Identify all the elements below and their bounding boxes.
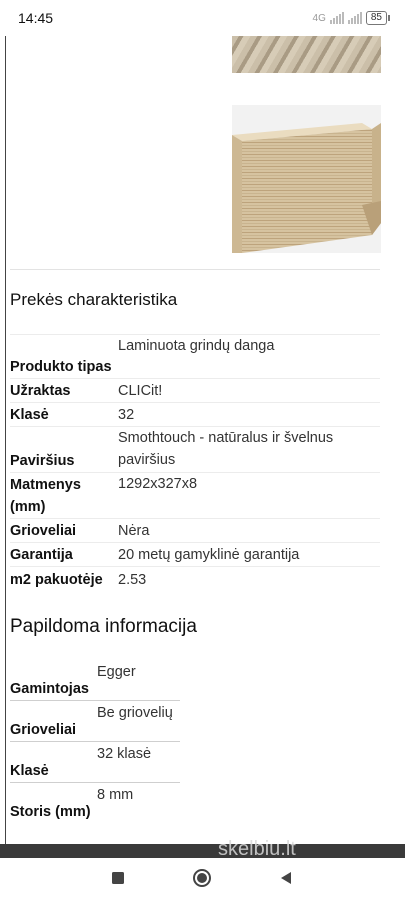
status-time: 14:45 <box>18 10 54 26</box>
table-row: Matmenys (mm) 1292x327x8 <box>10 472 380 519</box>
signal-icon <box>329 12 344 24</box>
table-row: Garantija 20 metų gamyklinė garantija <box>10 542 380 567</box>
table-row: Grioveliai Be griovelių <box>10 700 180 742</box>
section-divider <box>10 269 380 270</box>
table-row: Paviršius Smothtouch - natūralus ir švel… <box>10 426 380 473</box>
info-cell: Grioveliai Be griovelių <box>10 700 180 742</box>
page-border <box>5 36 6 844</box>
home-button[interactable] <box>192 868 212 888</box>
info-cell: Klasė 32 klasė <box>10 741 180 783</box>
product-image-skirting[interactable] <box>232 105 381 253</box>
back-triangle-icon <box>281 872 291 884</box>
signal-icon-2 <box>347 12 362 24</box>
circle-icon <box>193 869 211 887</box>
table-row: m2 pakuotėje 2.53 <box>10 566 380 591</box>
table-row: Storis (mm) 8 mm <box>10 783 180 824</box>
spec-value: Smothtouch - natūralus ir švelnus pavirš… <box>116 426 380 473</box>
spec-label: Užraktas <box>10 378 116 403</box>
spec-label: Matmenys (mm) <box>10 472 116 519</box>
watermark-text: skelbiu.lt <box>218 838 296 860</box>
spec-value: 20 metų gamyklinė garantija <box>116 542 380 567</box>
additional-table: Gamintojas Egger Grioveliai Be griovelių… <box>10 660 180 823</box>
info-value: 8 mm <box>97 787 134 803</box>
spec-value: CLICit! <box>116 378 380 403</box>
info-value: Egger <box>97 664 136 680</box>
spec-value: 1292x327x8 <box>116 472 380 519</box>
spec-value: Nėra <box>116 518 380 543</box>
square-icon <box>112 872 124 884</box>
info-cell: Gamintojas Egger <box>10 660 180 701</box>
product-image-herringbone[interactable] <box>232 36 381 73</box>
battery-level: 85 <box>370 12 382 23</box>
back-button[interactable] <box>276 868 296 888</box>
table-row: Grioveliai Nėra <box>10 518 380 543</box>
battery-icon: 85 <box>365 11 391 25</box>
spec-value: 2.53 <box>116 566 380 591</box>
specs-table: Produkto tipas Laminuota grindų danga Už… <box>10 334 380 591</box>
info-label: Storis (mm) <box>10 804 91 820</box>
network-type: 4G <box>312 12 326 24</box>
table-row: Užraktas CLICit! <box>10 378 380 403</box>
spec-label: m2 pakuotėje <box>10 566 116 591</box>
specs-title: Prekės charakteristika <box>10 290 178 309</box>
info-label: Gamintojas <box>10 681 89 697</box>
recents-button[interactable] <box>108 868 128 888</box>
spec-label: Klasė <box>10 402 116 427</box>
info-value: 32 klasė <box>97 746 152 762</box>
status-icons: 4G 85 <box>312 11 391 25</box>
info-label: Klasė <box>10 763 49 779</box>
spec-value: 32 <box>116 402 380 427</box>
spec-label: Paviršius <box>10 426 116 473</box>
navigation-bar <box>0 858 405 900</box>
table-row: Produkto tipas Laminuota grindų danga <box>10 334 380 379</box>
info-label: Grioveliai <box>10 722 77 738</box>
info-value: Be griovelių <box>97 705 173 721</box>
spec-label: Garantija <box>10 542 116 567</box>
info-cell: Storis (mm) 8 mm <box>10 783 180 824</box>
spec-value: Laminuota grindų danga <box>116 334 380 379</box>
status-bar: 14:45 4G 85 <box>0 0 405 36</box>
additional-title: Papildoma informacija <box>10 616 197 637</box>
table-row: Gamintojas Egger <box>10 660 180 701</box>
spec-label: Produkto tipas <box>10 334 116 379</box>
skirting-board-illustration <box>232 123 381 253</box>
spec-label: Grioveliai <box>10 518 116 543</box>
footer-bar <box>0 844 405 858</box>
table-row: Klasė 32 klasė <box>10 741 180 783</box>
table-row: Klasė 32 <box>10 402 380 427</box>
